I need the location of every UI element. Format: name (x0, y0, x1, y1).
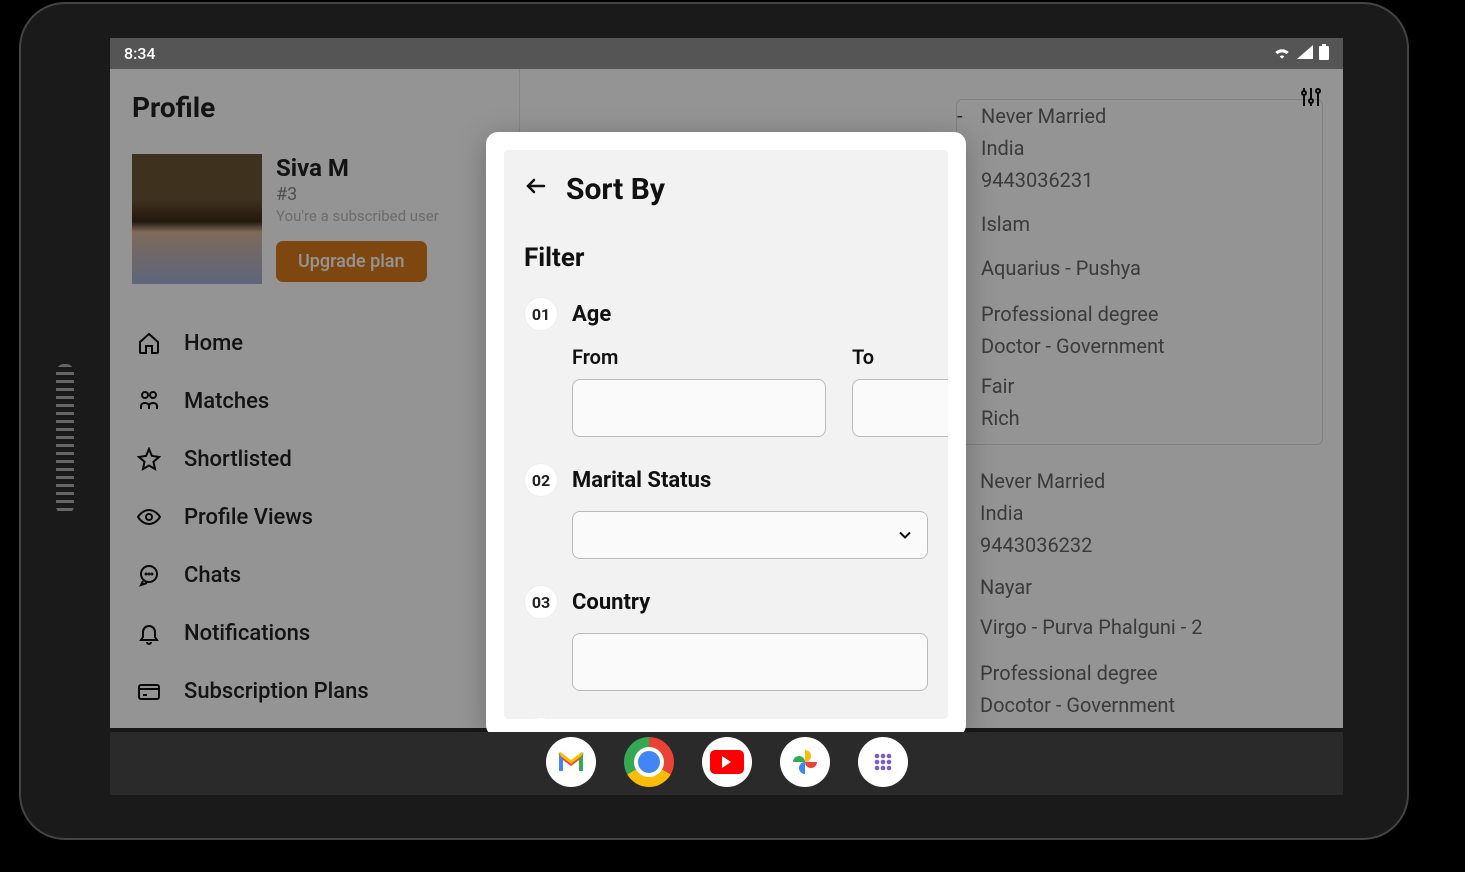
filter-label: Country (572, 590, 650, 615)
dock (110, 728, 1343, 795)
wifi-icon (1273, 44, 1291, 63)
age-to-input[interactable] (852, 379, 948, 437)
chrome-icon[interactable] (624, 737, 674, 787)
filter-section-country: 03 Country (524, 585, 928, 691)
signal-icon (1297, 44, 1313, 63)
battery-icon (1319, 44, 1329, 64)
age-from-label: From (572, 345, 826, 369)
device-frame: 8:34 Profile Siva M (19, 2, 1409, 840)
modal-inner: Sort By Filter 01 Age From (504, 150, 948, 719)
filter-num-badge: 04 (524, 717, 558, 719)
filter-label: Marital Status (572, 468, 711, 493)
back-arrow-icon[interactable] (524, 174, 548, 205)
filter-num-badge: 02 (524, 463, 558, 497)
modal-title: Sort By (566, 172, 665, 207)
filter-section-city: 04 City (524, 717, 928, 719)
gmail-icon[interactable] (546, 737, 596, 787)
age-to-label: To (852, 345, 948, 369)
youtube-icon[interactable] (702, 737, 752, 787)
age-from-input[interactable] (572, 379, 826, 437)
app-body: Profile Siva M #3 You're a subscribed us… (110, 69, 1343, 732)
filter-label: Age (572, 302, 611, 327)
filter-num-badge: 03 (524, 585, 558, 619)
filter-section-age: 01 Age From To (524, 297, 928, 437)
sort-filter-modal: Sort By Filter 01 Age From (486, 132, 966, 732)
filter-num-badge: 01 (524, 297, 558, 331)
apps-drawer-icon[interactable] (858, 737, 908, 787)
filter-heading: Filter (524, 243, 928, 273)
marital-status-select[interactable] (572, 511, 928, 559)
speaker-grille (56, 364, 74, 514)
modal-header: Sort By (524, 172, 928, 207)
status-time: 8:34 (124, 44, 156, 63)
status-icons (1273, 44, 1329, 64)
status-bar: 8:34 (110, 38, 1343, 69)
photos-icon[interactable] (780, 737, 830, 787)
country-input[interactable] (572, 633, 928, 691)
screen: 8:34 Profile Siva M (110, 38, 1343, 732)
filter-section-marital-status: 02 Marital Status (524, 463, 928, 559)
